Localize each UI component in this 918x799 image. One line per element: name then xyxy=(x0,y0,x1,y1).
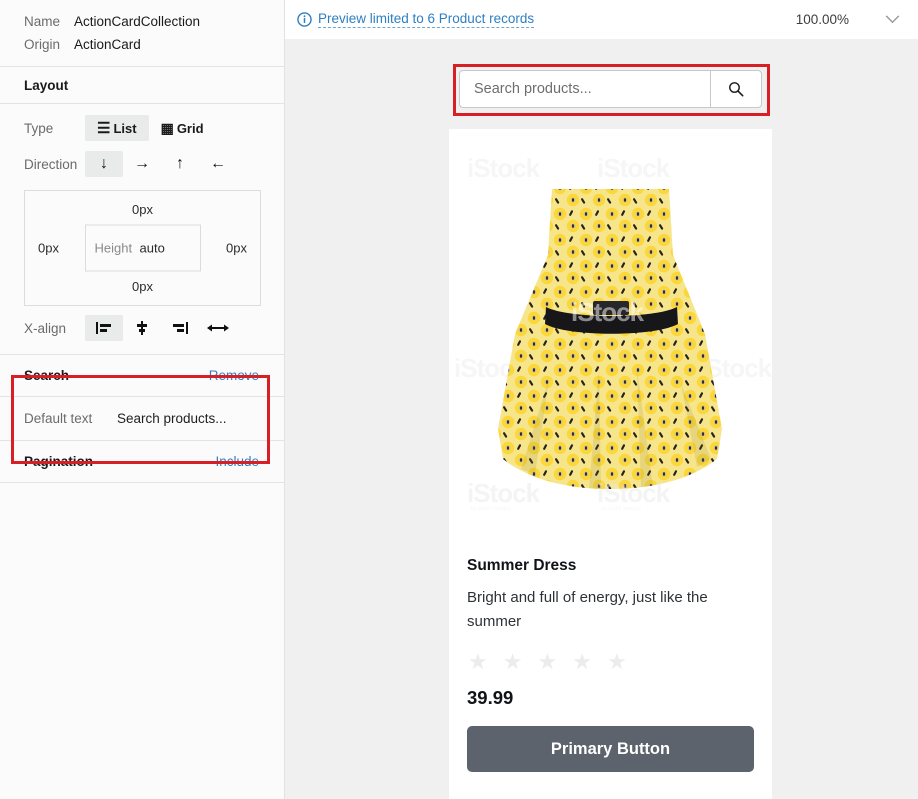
pagination-include-link[interactable]: Include xyxy=(215,454,259,469)
search-remove-link[interactable]: Remove xyxy=(209,368,259,383)
box-model-bottom[interactable]: 0px xyxy=(25,279,260,294)
svg-text:by Getty Images: by Getty Images xyxy=(601,506,641,512)
type-option-list-label: List xyxy=(113,120,137,136)
search-input[interactable] xyxy=(459,70,710,108)
svg-text:iStock: iStock xyxy=(597,478,671,508)
direction-left-arrow-icon[interactable]: ← xyxy=(199,151,237,177)
property-row-x-align: X-align xyxy=(0,310,284,346)
preview-limit-notice[interactable]: Preview limited to 6 Product records xyxy=(297,11,535,28)
type-option-grid[interactable]: ▦ Grid xyxy=(149,115,216,141)
section-title-search: Search xyxy=(24,368,70,383)
box-model-left[interactable]: 0px xyxy=(38,241,59,256)
x-align-segmented-control xyxy=(85,315,237,341)
product-title: Summer Dress xyxy=(467,557,577,574)
section-title-pagination: Pagination xyxy=(24,454,94,469)
align-stretch-icon[interactable] xyxy=(199,315,237,341)
preview-canvas: iStock iStock iStock iStock iStock xyxy=(285,39,918,799)
primary-button[interactable]: Primary Button xyxy=(467,726,754,773)
property-label-type: Type xyxy=(24,120,54,136)
direction-up-arrow-icon[interactable]: ↑ xyxy=(161,151,199,177)
property-row-direction: Direction ↓ → ↑ ← xyxy=(0,146,284,182)
product-card-body: Summer Dress Bright and full of energy, … xyxy=(449,539,772,773)
divider xyxy=(0,482,284,483)
align-center-icon[interactable] xyxy=(123,315,161,341)
align-left-icon[interactable] xyxy=(85,315,123,341)
preview-panel: Preview limited to 6 Product records 100… xyxy=(285,0,918,799)
property-row-default-text: Default text Search products... xyxy=(0,397,284,440)
box-model-height-label: Height xyxy=(94,240,133,256)
section-header-search: Search Remove xyxy=(0,355,284,396)
meta-label-name: Name xyxy=(24,14,61,29)
svg-text:iStock: iStock xyxy=(467,478,541,508)
product-description: Bright and full of energy, just like the… xyxy=(467,589,708,630)
product-card[interactable]: iStock iStock iStock iStock iStock iStoc… xyxy=(449,129,772,799)
direction-segmented-control: ↓ → ↑ ← xyxy=(85,151,237,177)
svg-text:iStock: iStock xyxy=(467,153,541,183)
property-label-x-align: X-align xyxy=(24,320,67,336)
property-label-direction: Direction xyxy=(24,156,78,172)
meta-value-name: ActionCardCollection xyxy=(74,14,201,29)
meta-label-origin: Origin xyxy=(24,37,61,52)
box-model-height-field[interactable]: Height auto xyxy=(84,224,201,272)
search-submit-button[interactable] xyxy=(710,70,762,108)
preview-limit-notice-label: Preview limited to 6 Product records xyxy=(318,11,535,28)
meta-row-name: Name ActionCardCollection xyxy=(0,10,284,33)
info-circle-icon xyxy=(297,12,312,27)
preview-header: Preview limited to 6 Product records 100… xyxy=(285,0,918,39)
section-header-pagination: Pagination Include xyxy=(0,441,284,482)
zoom-value[interactable]: 100.00% xyxy=(796,12,849,27)
star-icon[interactable]: ★ xyxy=(607,651,627,673)
star-icon[interactable]: ★ xyxy=(503,651,523,673)
star-icon[interactable]: ★ xyxy=(468,651,488,673)
chevron-down-icon[interactable] xyxy=(885,12,900,27)
grid-icon: ▦ xyxy=(160,120,174,136)
list-icon: ☰ xyxy=(97,119,111,137)
type-option-list[interactable]: ☰ List xyxy=(85,115,149,141)
star-icon[interactable]: ★ xyxy=(572,651,592,673)
section-title-layout: Layout xyxy=(24,77,69,93)
inspector-panel: Name ActionCardCollection Origin ActionC… xyxy=(0,0,285,799)
product-image: iStock iStock iStock iStock iStock iStoc… xyxy=(449,129,772,539)
property-label-default-text: Default text xyxy=(24,411,93,426)
meta-row-origin: Origin ActionCard xyxy=(0,33,284,56)
svg-text:by Getty Images: by Getty Images xyxy=(471,506,511,512)
preview-search-bar xyxy=(459,70,762,108)
direction-down-arrow-icon[interactable]: ↓ xyxy=(85,151,123,177)
type-segmented-control: ☰ List ▦ Grid xyxy=(85,115,216,141)
default-text-value[interactable]: Search products... xyxy=(117,411,227,426)
box-model-widget: 0px 0px 0px 0px Height auto xyxy=(24,190,261,306)
box-model-height-value: auto xyxy=(139,240,165,256)
align-right-icon[interactable] xyxy=(161,315,199,341)
section-header-layout: Layout xyxy=(0,67,284,103)
direction-right-arrow-icon[interactable]: → xyxy=(123,151,161,177)
product-rating[interactable]: ★ ★ ★ ★ ★ xyxy=(468,651,754,673)
type-option-grid-label: Grid xyxy=(176,120,204,136)
star-icon[interactable]: ★ xyxy=(537,651,557,673)
svg-text:iStock: iStock xyxy=(571,297,645,327)
component-meta: Name ActionCardCollection Origin ActionC… xyxy=(0,0,284,66)
meta-value-origin: ActionCard xyxy=(74,37,141,52)
app-root: Name ActionCardCollection Origin ActionC… xyxy=(0,0,918,799)
dress-illustration: iStock iStock iStock iStock iStock iStoc… xyxy=(449,129,772,539)
box-model-right[interactable]: 0px xyxy=(226,241,247,256)
product-price: 39.99 xyxy=(467,687,514,709)
box-model-top[interactable]: 0px xyxy=(25,202,260,217)
divider xyxy=(0,103,284,104)
svg-text:iStock: iStock xyxy=(597,153,671,183)
search-icon xyxy=(729,82,744,97)
zoom-control: 100.00% xyxy=(796,12,906,27)
property-row-type: Type ☰ List ▦ Grid xyxy=(0,110,284,146)
